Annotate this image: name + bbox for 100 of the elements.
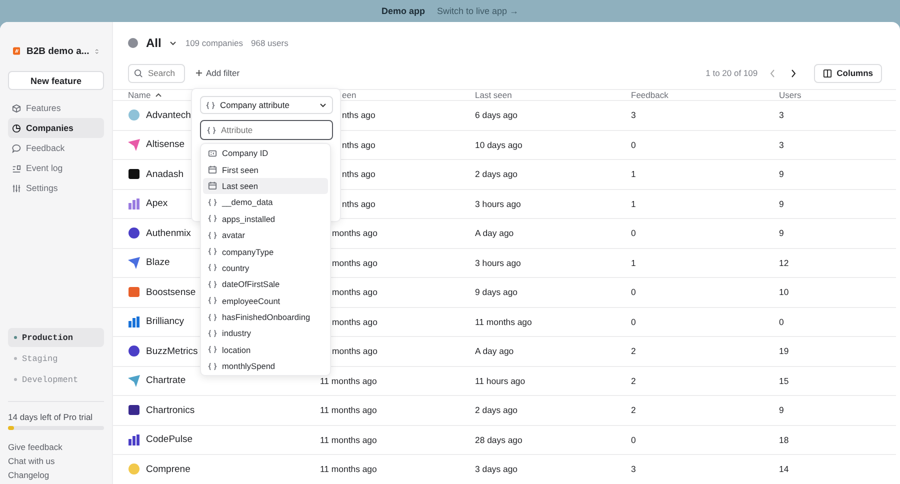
add-filter-button[interactable]: Add filter: [193, 68, 242, 78]
table-cell: 9 days ago: [475, 287, 518, 298]
nav-item[interactable]: Event log: [8, 158, 104, 178]
attribute-option[interactable]: First seen: [203, 161, 328, 178]
table-cell: 10 days ago: [475, 140, 522, 150]
braces-icon: [208, 198, 217, 207]
segment-title[interactable]: All: [146, 36, 162, 50]
search-field[interactable]: Search: [128, 64, 185, 82]
chevron-down-icon[interactable]: [169, 39, 178, 47]
company-name[interactable]: Blaze: [146, 257, 170, 268]
environment-item[interactable]: Production: [8, 328, 104, 347]
company-name[interactable]: Chartrate: [146, 375, 186, 386]
table-cell: 11 months ago: [320, 464, 377, 474]
table-cell: 11 months ago: [475, 316, 532, 327]
workspace-name[interactable]: B2B demo a...: [26, 46, 90, 56]
table-cell: 3 hours ago: [475, 198, 521, 209]
pie-chart-icon: [12, 124, 21, 132]
nav-item[interactable]: Settings: [8, 178, 104, 198]
braces-icon: [208, 328, 217, 338]
company-name[interactable]: Anadash: [146, 168, 184, 180]
nav-item[interactable]: Features: [8, 98, 104, 118]
braces-icon: [207, 126, 216, 134]
attribute-option[interactable]: Company ID: [203, 145, 328, 162]
table-cell: 11 hours ago: [475, 376, 526, 386]
attribute-option[interactable]: dateOfFirstSale: [203, 276, 328, 293]
table-cell: 1: [631, 198, 636, 209]
table-cell: 3: [631, 110, 636, 120]
table-cell: 1: [631, 258, 636, 268]
table-cell: 3: [779, 140, 784, 150]
attribute-option[interactable]: companyType: [203, 243, 328, 260]
company-logo-icon: [128, 168, 140, 180]
company-name[interactable]: Apex: [146, 198, 168, 210]
attribute-option[interactable]: avatar: [203, 226, 328, 244]
braces-icon: [208, 362, 217, 371]
table-cell-text: nths ago: [341, 110, 376, 120]
table-cell: 19: [779, 346, 789, 356]
column-header[interactable]: Feedback: [631, 90, 668, 100]
columns-icon: [822, 68, 832, 78]
company-logo-icon: [128, 374, 140, 387]
columns-button[interactable]: Columns: [814, 64, 882, 82]
company-name[interactable]: BuzzMetrics: [146, 346, 198, 357]
attribute-option[interactable]: __demo_data: [203, 194, 328, 211]
table-cell: 11 months ago: [320, 376, 377, 386]
new-feature-button[interactable]: New feature: [8, 71, 104, 90]
company-name[interactable]: Altisense: [146, 139, 185, 150]
nav-item[interactable]: Companies: [8, 118, 104, 138]
sidebar-link[interactable]: Chat with us: [8, 456, 104, 466]
nav-item[interactable]: Feedback: [8, 138, 104, 158]
braces-icon: [208, 263, 217, 272]
attribute-option[interactable]: Last seen: [203, 178, 328, 194]
company-name[interactable]: Boostsense: [146, 286, 196, 298]
company-logo-icon: [128, 404, 140, 416]
table-cell: 3: [631, 464, 636, 474]
attribute-option[interactable]: employeeCount: [203, 292, 328, 309]
table-cell-text: nths ago: [341, 140, 376, 150]
table-cell: 0: [631, 434, 636, 445]
company-name[interactable]: Brilliancy: [146, 316, 184, 328]
calendar-icon: [208, 165, 217, 174]
column-header[interactable]: Name: [128, 90, 151, 100]
trial-text: 14 days left of Pro trial: [8, 412, 94, 422]
table-cell: 6 days ago: [475, 110, 518, 120]
column-header[interactable]: Last seen: [475, 90, 512, 100]
attribute-option[interactable]: location: [203, 342, 328, 358]
attribute-option[interactable]: hasFinishedOnboarding: [203, 308, 328, 326]
attribute-option[interactable]: monthlySpend: [203, 358, 328, 374]
braces-icon: [206, 100, 215, 110]
company-name[interactable]: Chartronics: [146, 404, 195, 416]
braces-icon: [208, 230, 217, 240]
attribute-input-field[interactable]: Attribute: [200, 120, 333, 140]
table-cell: 28 days ago: [475, 434, 522, 445]
company-name[interactable]: CodePulse: [146, 434, 192, 446]
table-cell: 2 days ago: [475, 405, 518, 416]
users-count: 968 users: [251, 38, 288, 48]
table-cell: 3 days ago: [475, 464, 518, 474]
table-cell: 12: [779, 258, 789, 268]
table-cell: 18: [779, 434, 789, 445]
banner-title: Demo app: [381, 6, 425, 16]
attribute-option[interactable]: apps_installed: [203, 210, 328, 227]
table-cell-text: months ago: [331, 316, 378, 327]
table-cell: 1: [631, 169, 636, 180]
sort-up-icon[interactable]: [154, 92, 162, 98]
company-name[interactable]: Authenmix: [146, 228, 191, 239]
sidebar-link[interactable]: Changelog: [8, 470, 104, 480]
table-cell: 2: [631, 346, 636, 356]
company-name[interactable]: Comprene: [146, 464, 190, 475]
company-logo-icon: [128, 109, 140, 122]
sidebar-link[interactable]: Give feedback: [8, 442, 104, 452]
chevron-down-icon: [319, 101, 327, 109]
braces-icon: [208, 247, 217, 256]
column-header[interactable]: Users: [779, 90, 802, 100]
attribute-type-select[interactable]: Company attribute: [200, 96, 333, 114]
table-cell: 0: [631, 316, 636, 327]
company-name[interactable]: Advantech: [146, 110, 191, 121]
table-cell: 11 months ago: [320, 405, 377, 416]
attribute-option[interactable]: country: [203, 260, 328, 276]
braces-icon: [208, 345, 217, 354]
table-cell-text: months ago: [331, 228, 378, 238]
chevron-up-down-icon[interactable]: [95, 46, 99, 56]
table-cell-text: months ago: [331, 287, 378, 298]
attribute-option[interactable]: industry: [203, 325, 328, 342]
